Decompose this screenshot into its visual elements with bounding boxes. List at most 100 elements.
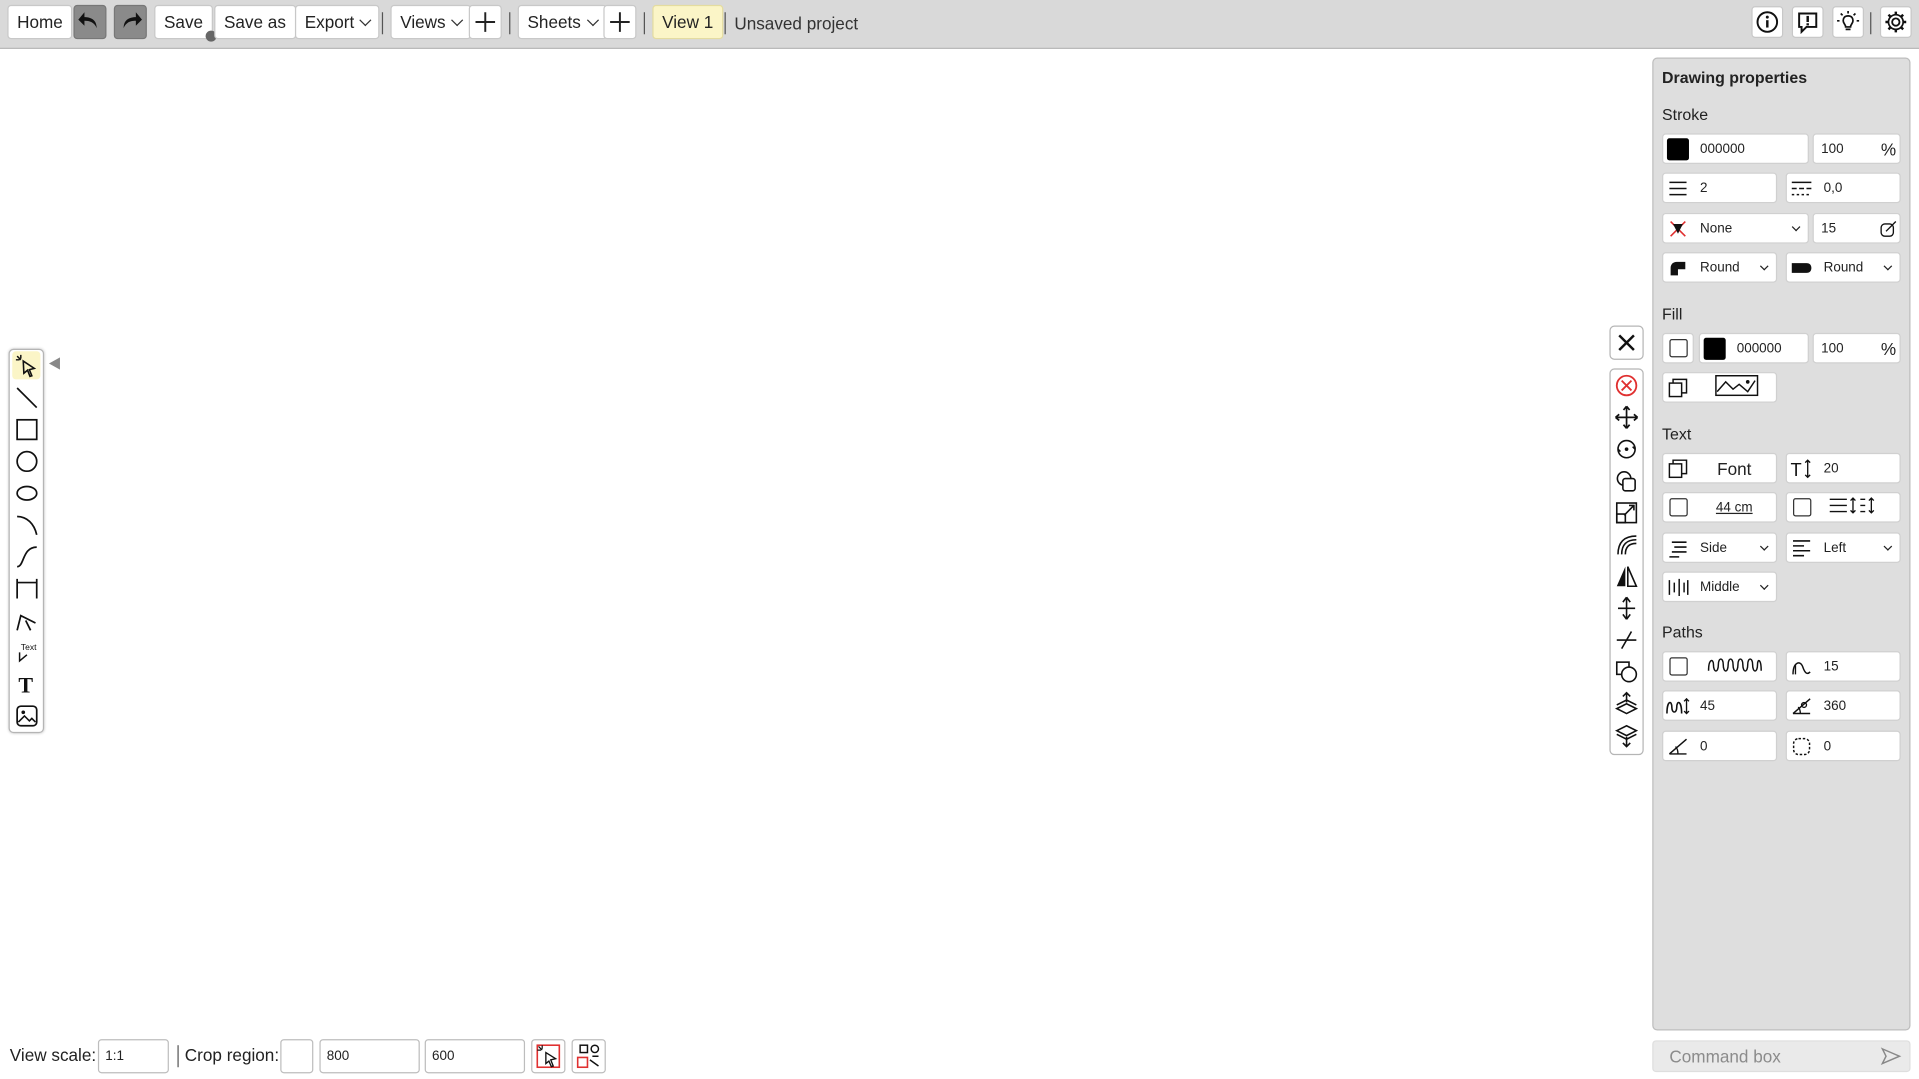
font-picker-field[interactable]: Font — [1662, 452, 1778, 484]
rotate-icon[interactable] — [1613, 436, 1640, 463]
add-view-button[interactable] — [468, 4, 502, 40]
info-icon — [1756, 11, 1779, 33]
command-box[interactable]: Command box — [1652, 1040, 1911, 1073]
stretch-icon[interactable] — [1613, 595, 1640, 622]
text-tool-icon[interactable]: T — [12, 669, 40, 697]
stroke-color-swatch[interactable] — [1666, 137, 1689, 160]
crop-height-input[interactable]: 600 — [424, 1039, 526, 1074]
svg-text:T: T — [18, 672, 33, 696]
chevron-down-icon — [1759, 542, 1769, 551]
stroke-opacity-field[interactable]: 100 % — [1812, 133, 1901, 165]
rectangle-tool-icon[interactable] — [12, 415, 40, 443]
stroke-color-field[interactable]: 000000 — [1662, 133, 1809, 165]
fill-enable-field[interactable] — [1662, 332, 1694, 364]
trim-icon[interactable] — [1613, 627, 1640, 654]
wave-length-field[interactable]: 45 — [1662, 690, 1778, 721]
divider — [509, 12, 511, 35]
stroke-width-field[interactable]: 2 — [1662, 172, 1778, 204]
redo-button[interactable] — [113, 4, 147, 40]
drawing-canvas[interactable] — [0, 50, 1646, 1029]
select-crop-button[interactable] — [531, 1039, 566, 1074]
arc-angle-field[interactable]: 360 — [1785, 690, 1901, 721]
crop-region-checkbox[interactable] — [280, 1039, 314, 1074]
fill-enable-checkbox[interactable] — [1668, 339, 1688, 358]
undo-button[interactable] — [73, 4, 107, 40]
line-tool-icon[interactable] — [12, 383, 40, 411]
bring-forward-icon[interactable] — [1613, 690, 1640, 717]
text-section-label: Text — [1662, 424, 1692, 444]
text-side-select[interactable]: Side — [1662, 532, 1778, 563]
mirror-icon[interactable] — [1613, 563, 1640, 590]
copy-icon[interactable] — [1613, 468, 1640, 495]
divider — [177, 1045, 179, 1068]
home-button[interactable]: Home — [7, 4, 73, 40]
wave-path-field[interactable] — [1662, 651, 1778, 682]
stroke-marker-select[interactable]: None — [1662, 212, 1809, 244]
ellipse-tool-icon[interactable] — [12, 479, 40, 507]
move-icon[interactable] — [1613, 404, 1640, 431]
rotation-field[interactable]: 0 — [1662, 730, 1778, 762]
corner-radius-field[interactable]: 0 — [1785, 730, 1901, 762]
save-as-button[interactable]: Save as — [214, 4, 296, 40]
text-side-value: Side — [1699, 540, 1727, 556]
command-box-placeholder: Command box — [1669, 1046, 1781, 1067]
text-width-label: 44 cm — [1715, 499, 1753, 515]
fit-crop-button[interactable] — [571, 1039, 606, 1074]
arc-tool-icon[interactable] — [12, 510, 40, 538]
sheets-menu[interactable]: Sheets — [517, 4, 607, 40]
text-vertical-select[interactable]: Middle — [1662, 571, 1778, 603]
drawing-tools-palette: Text T — [8, 348, 45, 734]
scale-icon[interactable] — [1613, 499, 1640, 526]
views-menu[interactable]: Views — [390, 4, 472, 40]
info-button[interactable] — [1751, 6, 1784, 38]
send-backward-icon[interactable] — [1613, 722, 1640, 749]
wavelength-icon — [1663, 692, 1692, 720]
theme-button[interactable] — [1832, 6, 1864, 38]
send-icon[interactable] — [1880, 1046, 1902, 1066]
fill-color-field[interactable]: 000000 — [1698, 332, 1809, 364]
circle-tool-icon[interactable] — [12, 447, 40, 475]
line-join-select[interactable]: Round — [1662, 252, 1778, 283]
image-tool-icon[interactable] — [12, 701, 40, 729]
fill-color-swatch[interactable] — [1703, 337, 1726, 360]
text-align-select[interactable]: Left — [1785, 532, 1901, 563]
wave-amplitude-field[interactable]: 15 — [1785, 651, 1901, 682]
text-width-checkbox[interactable] — [1668, 498, 1688, 517]
alert-icon — [1798, 12, 1818, 35]
view-scale-input[interactable]: 1:1 — [97, 1039, 169, 1074]
settings-button[interactable] — [1879, 6, 1912, 38]
close-modifiers-button[interactable] — [1609, 325, 1644, 360]
line-join-icon — [1663, 253, 1692, 281]
fill-opacity-field[interactable]: 100 % — [1812, 332, 1901, 364]
marker-icon — [1663, 214, 1692, 242]
export-menu[interactable]: Export — [294, 4, 380, 40]
svg-text:Text: Text — [20, 641, 36, 651]
dimension-tool-icon[interactable] — [12, 574, 40, 602]
boolean-icon[interactable] — [1613, 658, 1640, 685]
text-width-field[interactable]: 44 cm — [1662, 492, 1778, 523]
line-cap-select[interactable]: Round — [1785, 252, 1901, 283]
offset-icon[interactable] — [1613, 531, 1640, 558]
curve-tool-icon[interactable] — [12, 542, 40, 570]
fill-pattern-field[interactable] — [1662, 372, 1778, 403]
modify-tools-palette — [1609, 368, 1644, 756]
fill-image-icon[interactable] — [1693, 375, 1776, 401]
font-size-field[interactable]: T 20 — [1785, 452, 1901, 484]
polyline-tool-icon[interactable] — [12, 606, 40, 634]
save-button[interactable]: Save — [154, 4, 217, 42]
delete-icon[interactable] — [1613, 372, 1640, 399]
vertical-align-icon — [1663, 573, 1692, 601]
add-sheet-button[interactable] — [603, 4, 637, 40]
line-spacing-field[interactable] — [1785, 492, 1901, 523]
feedback-button[interactable] — [1791, 6, 1824, 38]
wave-path-checkbox[interactable] — [1668, 657, 1688, 676]
collapse-tools-icon[interactable] — [48, 357, 60, 370]
crop-width-input[interactable]: 800 — [319, 1039, 420, 1074]
stroke-dash-field[interactable]: 0,0 — [1785, 172, 1901, 204]
tab-view-1[interactable]: View 1 — [652, 4, 724, 40]
line-spacing-checkbox[interactable] — [1792, 498, 1811, 517]
select-tool-icon[interactable] — [12, 351, 41, 380]
marker-size-field[interactable]: 15 — [1812, 212, 1901, 244]
percent-icon: % — [1880, 338, 1897, 358]
leader-text-tool-icon[interactable]: Text — [12, 638, 40, 666]
